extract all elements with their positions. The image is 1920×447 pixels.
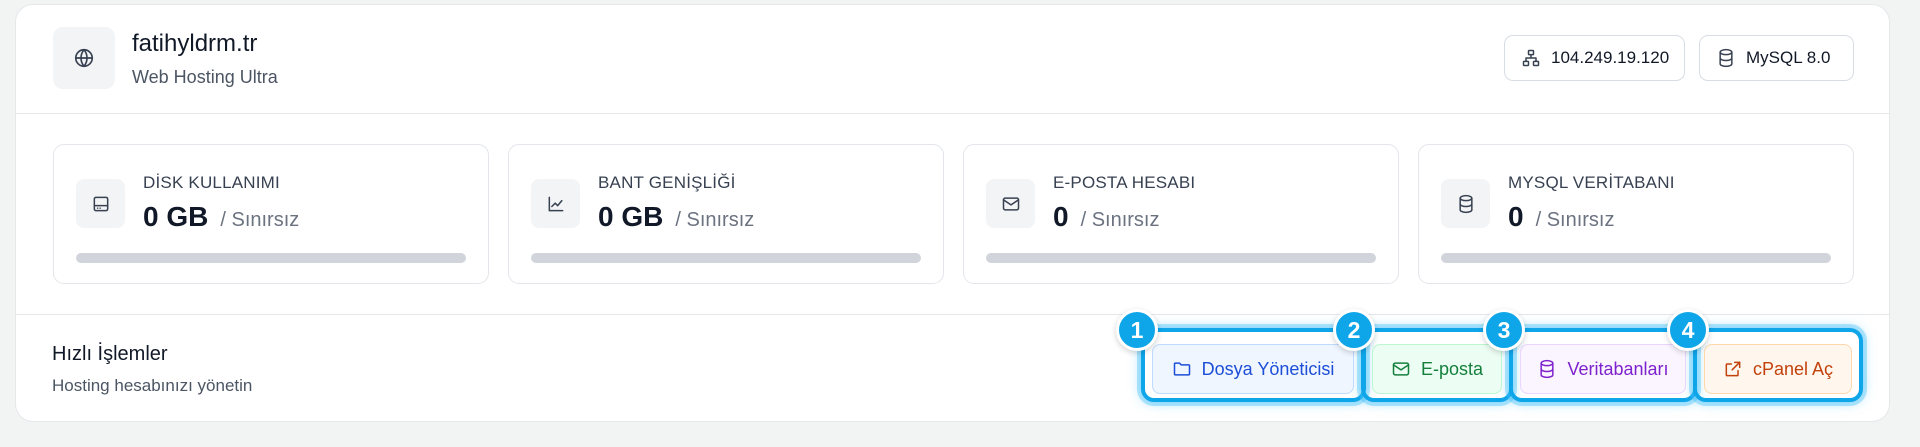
stat-limit: / Sınırsız <box>220 209 300 231</box>
stat-limit: / Sınırsız <box>1535 209 1615 231</box>
stat-value-group: 0 GB / Sınırsız <box>598 201 754 233</box>
databases-label: Veritabanları <box>1567 358 1669 379</box>
globe-icon <box>53 27 115 89</box>
usage-stats: DİSK KULLANIMI 0 GB / Sınırsız BANT GENİ… <box>53 144 1854 284</box>
database-icon <box>1537 359 1557 379</box>
database-icon <box>1441 179 1490 228</box>
file-manager-label: Dosya Yöneticisi <box>1201 358 1335 379</box>
stat-value-group: 0 / Sınırsız <box>1053 201 1159 233</box>
stat-label: E-POSTA HESABI <box>1053 173 1196 192</box>
site-name: fatihyldrm.tr <box>132 30 258 57</box>
site-plan: Web Hosting Ultra <box>132 67 278 87</box>
stat-label: MYSQL VERİTABANI <box>1508 173 1675 192</box>
mail-icon <box>986 179 1035 228</box>
stat-value: 0 <box>1508 201 1524 232</box>
stat-limit: / Sınırsız <box>1080 209 1160 231</box>
email-label: E-posta <box>1420 358 1484 379</box>
stat-card-disk: DİSK KULLANIMI 0 GB / Sınırsız <box>53 144 489 284</box>
stat-label: BANT GENİŞLİĞİ <box>598 173 736 192</box>
ip-address-label: 104.249.19.120 <box>1551 48 1670 67</box>
usage-progress-bar <box>531 253 921 263</box>
stat-value: 0 GB <box>143 201 209 232</box>
cpanel-open-label: cPanel Aç <box>1752 358 1834 379</box>
file-manager-button[interactable]: Dosya Yöneticisi <box>1152 344 1354 394</box>
step-badge-4: 4 <box>1667 309 1709 351</box>
usage-progress-bar <box>76 253 466 263</box>
cpanel-open-button[interactable]: cPanel Aç <box>1704 344 1852 394</box>
line-chart-icon <box>531 179 580 228</box>
external-link-icon <box>1723 359 1743 379</box>
ip-address-chip[interactable]: 104.249.19.120 <box>1504 35 1685 81</box>
databases-button[interactable]: Veritabanları <box>1520 344 1686 394</box>
database-icon <box>1716 48 1736 68</box>
folder-icon <box>1172 359 1192 379</box>
divider <box>16 314 1889 315</box>
step-badge-2: 2 <box>1333 309 1375 351</box>
hosting-header: fatihyldrm.tr Web Hosting Ultra 104.249.… <box>16 5 1889 114</box>
step-badge-1: 1 <box>1116 309 1158 351</box>
stat-card-mysql: MYSQL VERİTABANI 0 / Sınırsız <box>1418 144 1854 284</box>
stat-card-email: E-POSTA HESABI 0 / Sınırsız <box>963 144 1399 284</box>
hard-drive-icon <box>76 179 125 228</box>
step-badge-3: 3 <box>1483 309 1525 351</box>
mysql-version-chip[interactable]: MySQL 8.0 <box>1699 35 1854 81</box>
usage-progress-bar <box>1441 253 1831 263</box>
stat-value-group: 0 / Sınırsız <box>1508 201 1614 233</box>
stat-value: 0 GB <box>598 201 664 232</box>
email-button[interactable]: E-posta <box>1372 344 1502 394</box>
quick-actions-title: Hızlı İşlemler <box>52 343 168 365</box>
mysql-version-label: MySQL 8.0 <box>1746 48 1831 67</box>
mail-icon <box>1391 359 1411 379</box>
quick-actions-subtitle: Hosting hesabınızı yönetin <box>52 376 253 395</box>
stat-value-group: 0 GB / Sınırsız <box>143 201 299 233</box>
usage-progress-bar <box>986 253 1376 263</box>
stat-label: DİSK KULLANIMI <box>143 173 280 192</box>
network-icon <box>1521 48 1541 68</box>
stat-value: 0 <box>1053 201 1069 232</box>
stat-card-bandwidth: BANT GENİŞLİĞİ 0 GB / Sınırsız <box>508 144 944 284</box>
stat-limit: / Sınırsız <box>675 209 755 231</box>
